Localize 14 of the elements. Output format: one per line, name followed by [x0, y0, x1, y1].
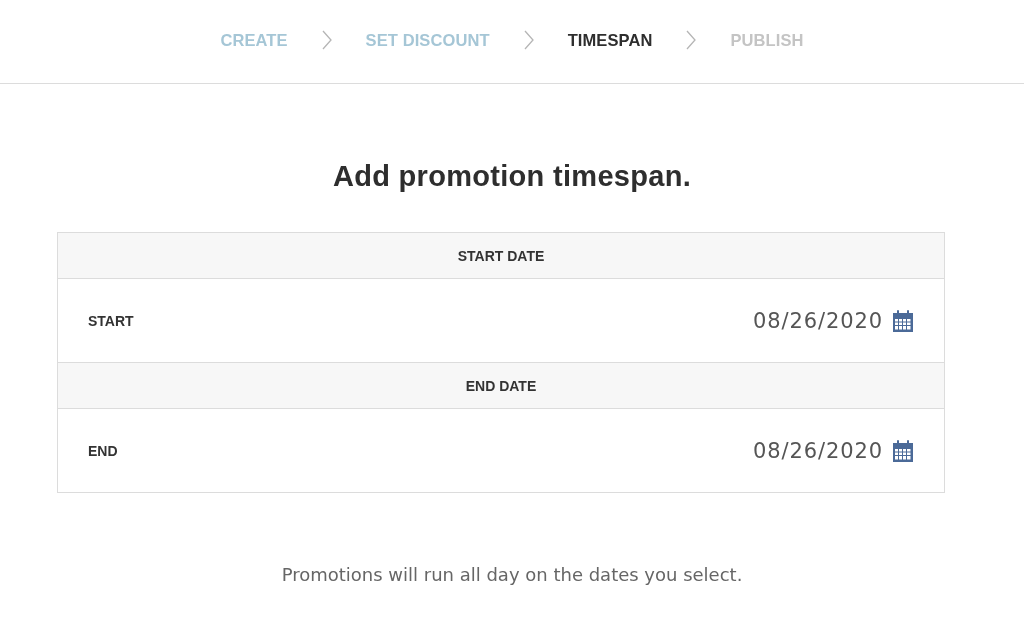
chevron-right-icon: [321, 30, 332, 50]
section-header: END DATE: [465, 377, 537, 394]
date-field[interactable]: 08/26/2020: [752, 438, 914, 463]
chevron-right-icon: [523, 30, 534, 50]
field-label: END: [88, 442, 118, 459]
page-heading: Add promotion timespan.: [332, 160, 692, 193]
field-label: START: [88, 312, 134, 329]
step-link[interactable]: TIMESPAN: [566, 30, 654, 50]
date-field[interactable]: 08/26/2020: [752, 308, 914, 333]
info-text: Promotions will run all day on the dates you select.: [281, 564, 743, 585]
chevron-right-icon: [686, 30, 697, 50]
calendar-icon[interactable]: [892, 439, 914, 462]
calendar-icon[interactable]: [892, 309, 914, 332]
section-header: START DATE: [457, 247, 545, 264]
